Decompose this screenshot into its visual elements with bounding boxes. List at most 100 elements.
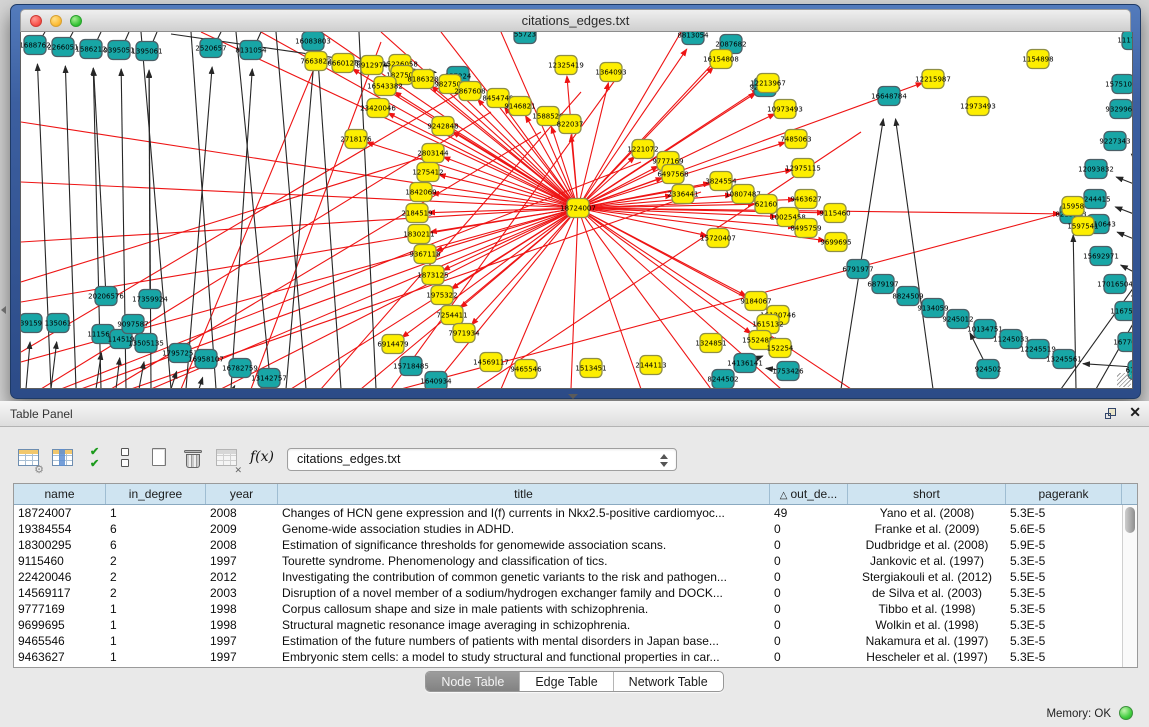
graph-edge[interactable] bbox=[578, 83, 608, 208]
graph-node[interactable]: 7485063 bbox=[780, 130, 811, 149]
graph-node[interactable]: 9097587 bbox=[117, 315, 148, 334]
table-row[interactable]: 2242004622012Investigating the contribut… bbox=[14, 569, 1137, 585]
graph-node[interactable]: 2144113 bbox=[635, 356, 666, 375]
table-body[interactable]: 1872400712008Changes of HCN gene express… bbox=[14, 505, 1137, 665]
float-window-icon[interactable] bbox=[1105, 408, 1117, 420]
graph-node[interactable]: 1753426 bbox=[772, 362, 804, 381]
close-icon[interactable]: ✕ bbox=[1129, 404, 1141, 421]
graph-node[interactable]: 6791977 bbox=[842, 260, 873, 279]
minimize-window-button[interactable] bbox=[50, 15, 62, 27]
graph-node[interactable]: 8813054 bbox=[677, 32, 709, 45]
graph-node[interactable]: 1275412 bbox=[412, 163, 443, 182]
graph-node[interactable]: 1324851 bbox=[695, 334, 726, 353]
network-view-window[interactable]: citations_edges.txt 16887622266051158621… bbox=[10, 4, 1141, 399]
graph-node[interactable]: 1513451 bbox=[575, 359, 606, 378]
column-header-short[interactable]: short bbox=[848, 484, 1006, 504]
graph-edge[interactable] bbox=[65, 66, 76, 389]
graph-node[interactable]: 12215987 bbox=[915, 70, 951, 89]
table-header-row[interactable]: namein_degreeyeartitle△out_de...shortpag… bbox=[14, 484, 1137, 505]
graph-edge[interactable] bbox=[21, 152, 441, 282]
graph-node[interactable]: 55723 bbox=[514, 32, 536, 44]
column-header-name[interactable]: name bbox=[14, 484, 106, 504]
graph-edge[interactable] bbox=[316, 32, 341, 389]
graph-edge[interactable] bbox=[1116, 177, 1133, 184]
graph-node[interactable]: 9395051 bbox=[103, 41, 134, 60]
graph-node[interactable]: 8495759 bbox=[790, 219, 821, 238]
graph-node[interactable]: 6879197 bbox=[867, 275, 898, 294]
citation-graph[interactable]: 1688762226605115862129395051139506125206… bbox=[21, 32, 1133, 389]
graph-node[interactable]: 7971934 bbox=[448, 324, 480, 343]
graph-edge[interactable] bbox=[37, 64, 51, 389]
graph-edge[interactable] bbox=[186, 67, 212, 389]
delete-table-icon[interactable] bbox=[180, 445, 206, 473]
resize-grip[interactable] bbox=[1117, 373, 1131, 387]
close-window-button[interactable] bbox=[30, 15, 42, 27]
graph-node[interactable]: 1842069 bbox=[405, 183, 436, 202]
graph-edge[interactable] bbox=[233, 386, 235, 389]
graph-edge[interactable] bbox=[452, 132, 578, 208]
graph-node[interactable]: 1975322 bbox=[426, 286, 457, 305]
graph-node[interactable]: 12325419 bbox=[548, 56, 584, 75]
table-row[interactable]: 1456911722003Disruption of a novel membe… bbox=[14, 585, 1137, 601]
graph-node[interactable]: 9465546 bbox=[510, 360, 542, 379]
graph-node[interactable]: 2184519 bbox=[401, 204, 432, 223]
graph-node[interactable]: 15751074 bbox=[1105, 75, 1133, 94]
graph-node[interactable]: 9115460 bbox=[819, 204, 850, 223]
graph-node[interactable]: 9329966 bbox=[1105, 100, 1133, 119]
graph-node[interactable]: 1640934 bbox=[420, 372, 452, 390]
graph-edge[interactable] bbox=[1117, 232, 1133, 239]
graph-node[interactable]: 17016504 bbox=[1097, 275, 1133, 294]
network-canvas[interactable]: 1688762226605115862129395051139506125206… bbox=[20, 32, 1133, 389]
graph-node[interactable]: 1597541 bbox=[1067, 217, 1098, 236]
graph-node[interactable]: 1154898 bbox=[1022, 50, 1053, 69]
zoom-window-button[interactable] bbox=[70, 15, 82, 27]
graph-node[interactable]: 6497568 bbox=[657, 165, 688, 184]
graph-node[interactable]: 12973493 bbox=[960, 97, 996, 116]
graph-node[interactable]: 15718485 bbox=[393, 357, 429, 376]
graph-edge[interactable] bbox=[236, 32, 271, 389]
row-height-icon[interactable] bbox=[112, 445, 138, 473]
graph-edge[interactable] bbox=[578, 49, 687, 208]
table-selector-dropdown[interactable]: citations_edges.txt bbox=[287, 448, 677, 471]
table-row[interactable]: 977716911998Corpus callosum shape and si… bbox=[14, 601, 1137, 617]
table-row[interactable]: 1938455462009Genome-wide association stu… bbox=[14, 521, 1137, 537]
graph-node[interactable]: 1873125 bbox=[417, 266, 448, 285]
graph-node[interactable]: 9184067 bbox=[740, 292, 771, 311]
graph-node[interactable]: 9227343 bbox=[1099, 132, 1130, 151]
graph-edge[interactable] bbox=[21, 92, 461, 352]
graph-edge[interactable] bbox=[896, 119, 933, 389]
graph-node[interactable]: 1167534 bbox=[1110, 302, 1133, 321]
table-type-segmented-control[interactable]: Node TableEdge TableNetwork Table bbox=[425, 671, 723, 692]
graph-node[interactable]: 924502 bbox=[975, 360, 1002, 379]
graph-node[interactable]: 9463627 bbox=[790, 190, 821, 209]
graph-node[interactable]: 62160 bbox=[755, 195, 777, 214]
tab-network-table[interactable]: Network Table bbox=[613, 672, 723, 691]
graph-node[interactable]: 135061 bbox=[45, 314, 72, 333]
graph-edge[interactable] bbox=[1132, 296, 1133, 298]
column-header-title[interactable]: title bbox=[278, 484, 770, 504]
graph-node[interactable]: 1688762 bbox=[21, 36, 51, 55]
function-builder-icon[interactable]: f(x) bbox=[248, 445, 274, 473]
graph-node[interactable]: 1221072 bbox=[627, 140, 658, 159]
graph-node[interactable]: 2266051 bbox=[47, 38, 78, 57]
graph-node[interactable]: 1117305 bbox=[1117, 32, 1133, 50]
column-header-out_de[interactable]: △out_de... bbox=[770, 484, 848, 504]
graph-node[interactable]: 15958 bbox=[1062, 197, 1084, 216]
graph-node[interactable]: 12093832 bbox=[1078, 160, 1114, 179]
graph-node[interactable]: 16648784 bbox=[871, 87, 907, 106]
table-row[interactable]: 1872400712008Changes of HCN gene express… bbox=[14, 505, 1137, 521]
graph-node[interactable]: 8824509 bbox=[892, 287, 923, 306]
new-table-icon[interactable] bbox=[146, 445, 172, 473]
graph-node[interactable]: 9146821 bbox=[504, 97, 535, 116]
graph-node[interactable]: 152254 bbox=[767, 339, 794, 358]
graph-edge[interactable] bbox=[841, 119, 883, 389]
tab-node-table[interactable]: Node Table bbox=[426, 672, 519, 691]
collapsed-west-panel-handle[interactable] bbox=[1, 306, 6, 314]
tab-edge-table[interactable]: Edge Table bbox=[519, 672, 612, 691]
graph-edge[interactable] bbox=[567, 76, 578, 208]
row-select-mode-icon[interactable]: ✔ ✔ bbox=[84, 445, 110, 473]
graph-edge[interactable] bbox=[578, 208, 768, 310]
graph-node[interactable]: 9242848 bbox=[427, 117, 458, 136]
graph-node[interactable]: 15692971 bbox=[1083, 247, 1119, 266]
graph-node[interactable]: 1830211 bbox=[403, 225, 434, 244]
